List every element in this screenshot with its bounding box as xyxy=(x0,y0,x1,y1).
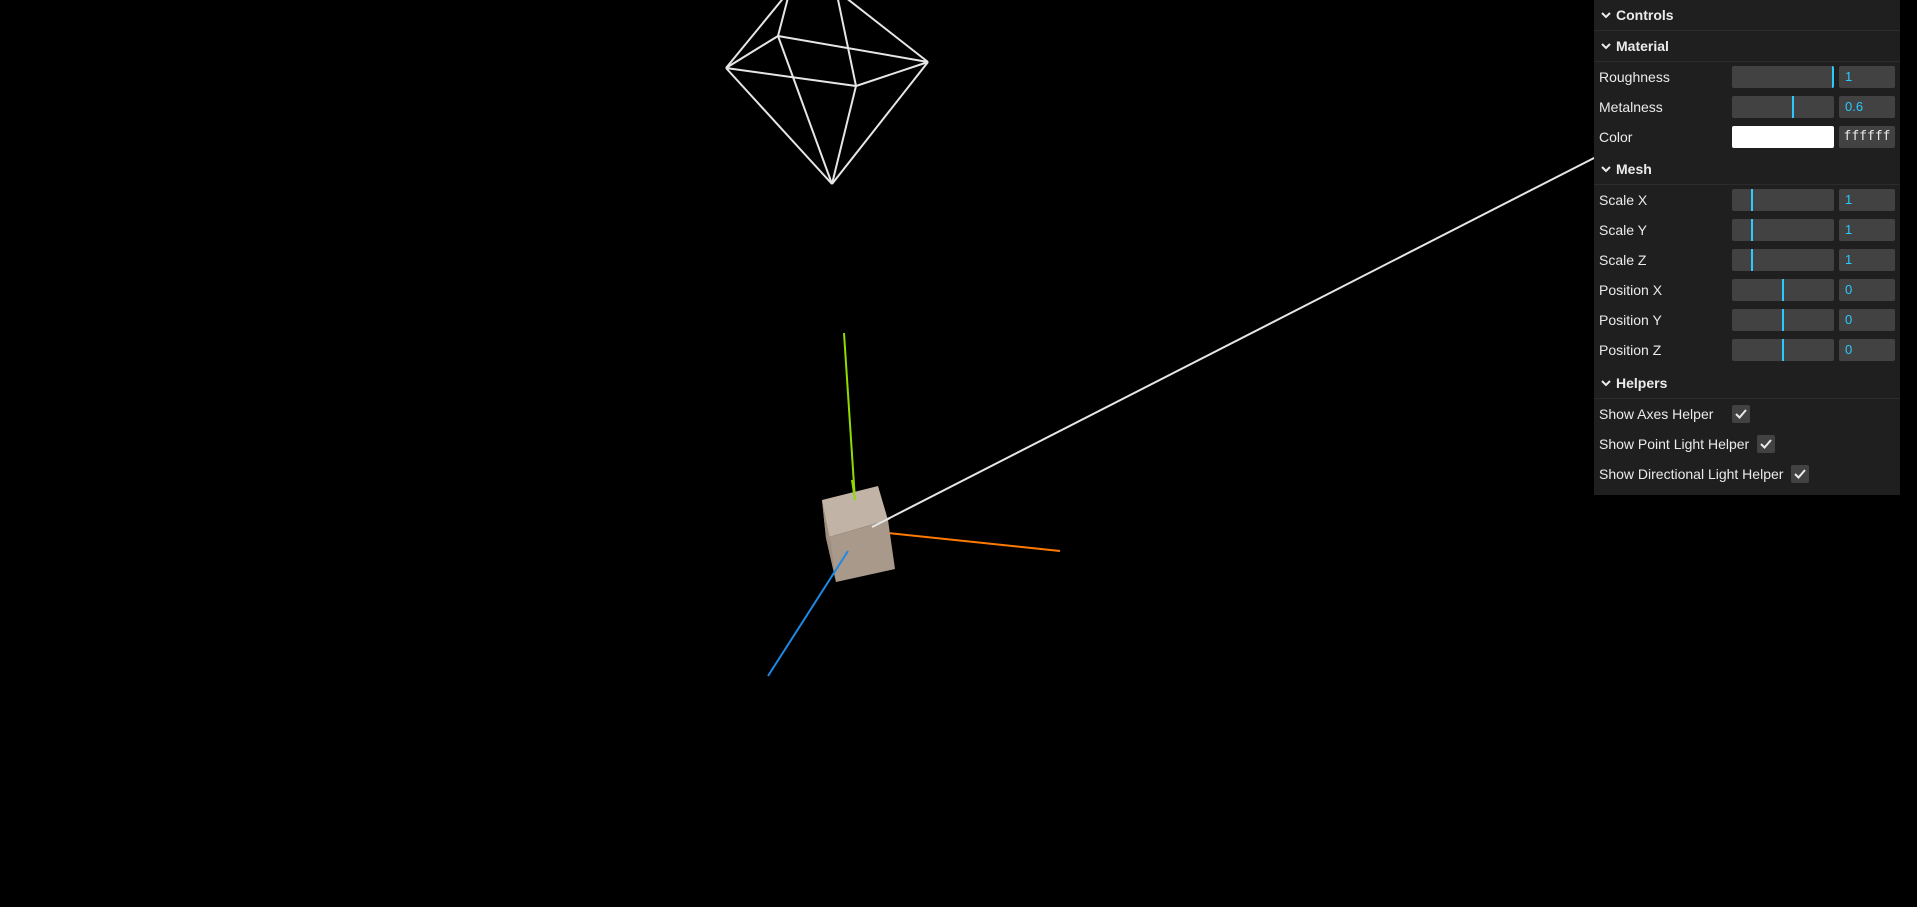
material-title: Material xyxy=(1616,38,1669,54)
slider-handle[interactable] xyxy=(1792,96,1794,118)
position-z-label: Position Z xyxy=(1599,342,1662,358)
show-point-light-helper-label: Show Point Light Helper xyxy=(1599,436,1750,452)
metalness-label: Metalness xyxy=(1599,99,1663,115)
check-icon xyxy=(1735,409,1747,419)
metalness-input[interactable]: 0.6 xyxy=(1839,96,1895,118)
helpers-title: Helpers xyxy=(1616,375,1668,391)
roughness-input[interactable]: 1 xyxy=(1839,66,1895,88)
show-axes-helper-control: Show Axes Helper xyxy=(1594,399,1900,429)
scale-x-input[interactable]: 1 xyxy=(1839,189,1895,211)
chevron-down-icon xyxy=(1600,0,1612,30)
show-axes-helper-label: Show Axes Helper xyxy=(1599,406,1714,422)
slider-handle[interactable] xyxy=(1782,339,1784,361)
controls-title: Controls xyxy=(1616,7,1674,23)
roughness-slider[interactable] xyxy=(1732,66,1834,88)
slider-handle[interactable] xyxy=(1782,279,1784,301)
position-x-input[interactable]: 0 xyxy=(1839,279,1895,301)
point-light-helper xyxy=(725,0,929,185)
check-icon xyxy=(1794,469,1807,479)
slider-handle[interactable] xyxy=(1832,66,1834,88)
roughness-label: Roughness xyxy=(1599,69,1670,85)
material-folder-title[interactable]: Material xyxy=(1594,31,1900,62)
directional-light-helper xyxy=(871,156,1597,528)
controls-folder-title[interactable]: Controls xyxy=(1594,0,1900,31)
controls-panel: Controls Material Roughness 1 Metalness … xyxy=(1594,0,1900,495)
metalness-slider[interactable] xyxy=(1732,96,1834,118)
scale-y-label: Scale Y xyxy=(1599,222,1647,238)
show-directional-light-helper-control: Show Directional Light Helper xyxy=(1594,459,1900,489)
axis-y-line xyxy=(843,332,856,501)
position-x-control: Position X 0 xyxy=(1594,275,1900,305)
position-y-control: Position Y 0 xyxy=(1594,305,1900,335)
scale-z-input[interactable]: 1 xyxy=(1839,249,1895,271)
position-y-label: Position Y xyxy=(1599,312,1662,328)
axis-x-line xyxy=(877,531,1061,552)
roughness-control: Roughness 1 xyxy=(1594,62,1900,92)
helpers-folder-title[interactable]: Helpers xyxy=(1594,368,1900,399)
scale-x-control: Scale X 1 xyxy=(1594,185,1900,215)
position-y-slider[interactable] xyxy=(1732,309,1834,331)
color-control: Color ffffff xyxy=(1594,122,1900,152)
color-swatch[interactable] xyxy=(1732,126,1834,148)
slider-handle[interactable] xyxy=(1751,189,1753,211)
color-label: Color xyxy=(1599,129,1633,145)
chevron-down-icon xyxy=(1600,31,1612,61)
position-z-input[interactable]: 0 xyxy=(1839,339,1895,361)
scale-z-control: Scale Z 1 xyxy=(1594,245,1900,275)
mesh-folder-title[interactable]: Mesh xyxy=(1594,154,1900,185)
metalness-control: Metalness 0.6 xyxy=(1594,92,1900,122)
scale-x-label: Scale X xyxy=(1599,192,1648,208)
scale-x-slider[interactable] xyxy=(1732,189,1834,211)
slider-handle[interactable] xyxy=(1782,309,1784,331)
scale-y-control: Scale Y 1 xyxy=(1594,215,1900,245)
show-directional-light-helper-checkbox[interactable] xyxy=(1791,465,1810,483)
position-x-slider[interactable] xyxy=(1732,279,1834,301)
position-y-input[interactable]: 0 xyxy=(1839,309,1895,331)
panel-bottom-padding xyxy=(1594,489,1900,495)
scale-z-label: Scale Z xyxy=(1599,252,1647,268)
position-z-slider[interactable] xyxy=(1732,339,1834,361)
chevron-down-icon xyxy=(1600,368,1612,398)
show-point-light-helper-checkbox[interactable] xyxy=(1757,435,1776,453)
position-x-label: Position X xyxy=(1599,282,1663,298)
check-icon xyxy=(1760,439,1772,449)
show-axes-helper-checkbox[interactable] xyxy=(1732,405,1750,423)
scale-y-slider[interactable] xyxy=(1732,219,1834,241)
cube-mesh[interactable] xyxy=(822,486,895,582)
scale-z-slider[interactable] xyxy=(1732,249,1834,271)
chevron-down-icon xyxy=(1600,154,1612,184)
slider-handle[interactable] xyxy=(1751,249,1753,271)
mesh-title: Mesh xyxy=(1616,161,1652,177)
position-z-control: Position Z 0 xyxy=(1594,335,1900,365)
scale-y-input[interactable]: 1 xyxy=(1839,219,1895,241)
color-hex-input[interactable]: ffffff xyxy=(1839,126,1895,148)
show-directional-light-helper-label: Show Directional Light Helper xyxy=(1599,466,1784,482)
show-point-light-helper-control: Show Point Light Helper xyxy=(1594,429,1900,459)
slider-handle[interactable] xyxy=(1751,219,1753,241)
